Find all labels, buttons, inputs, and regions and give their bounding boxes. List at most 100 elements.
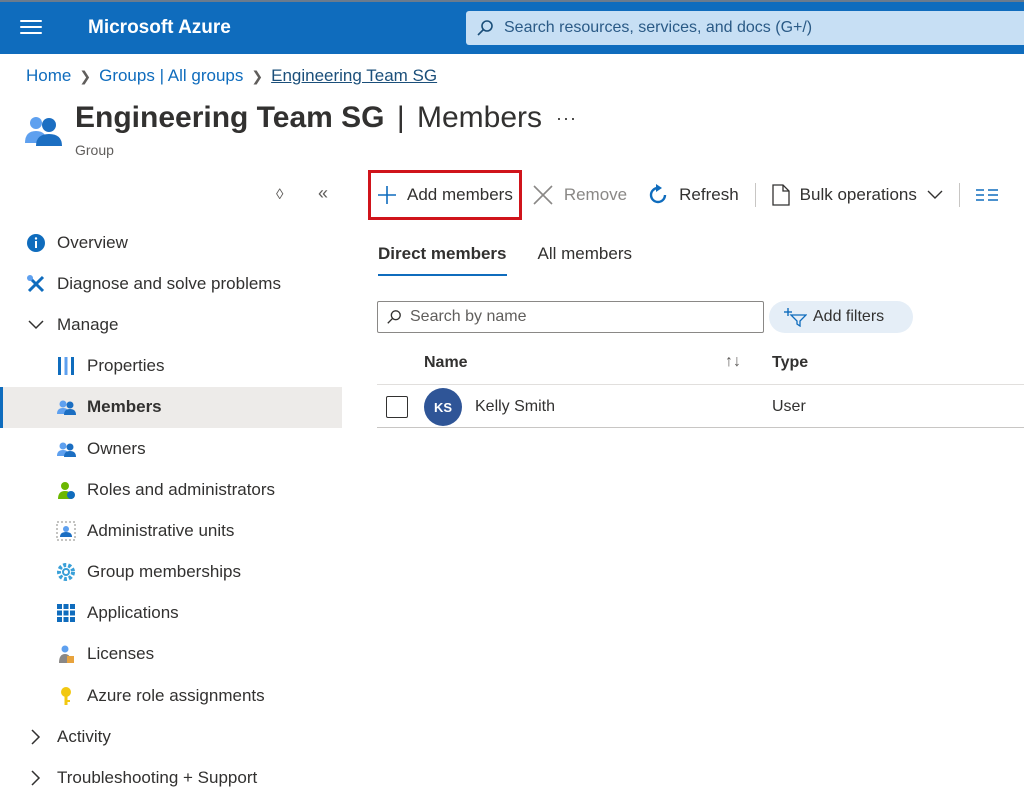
info-icon [26,233,46,253]
avatar: KS [424,388,462,426]
breadcrumb-current[interactable]: Engineering Team SG [271,66,437,86]
chevron-right-icon: ❯ [251,67,264,84]
sidebar-item-label: Members [87,397,162,417]
refresh-icon [647,184,669,206]
sidebar-item-azure-role-assignments[interactable]: Azure role assignments [0,675,342,716]
add-filters-button[interactable]: Add filters [769,301,913,333]
chevron-right-icon [26,770,46,786]
sidebar-item-owners[interactable]: Owners [0,428,342,469]
sidebar-item-group-memberships[interactable]: Group memberships [0,552,342,593]
refresh-button[interactable]: Refresh [647,170,739,220]
more-options-icon[interactable]: ··· [556,108,577,129]
sidebar-item-applications[interactable]: Applications [0,593,342,634]
tab-direct-members[interactable]: Direct members [378,244,507,276]
remove-button[interactable]: Remove [532,170,627,220]
sidebar-item-label: Manage [57,314,119,334]
sidebar-item-overview[interactable]: Overview [0,222,342,263]
add-members-button[interactable]: Add members [368,170,522,220]
breadcrumb-home[interactable]: Home [26,66,71,86]
sidebar-item-manage[interactable]: Manage [0,304,342,345]
page-name: Members [417,101,543,134]
sidebar-item-diagnose[interactable]: Diagnose and solve problems [0,263,342,304]
sidebar-item-licenses[interactable]: Licenses [0,634,342,675]
sidebar-item-label: Roles and administrators [87,479,276,499]
member-search-input[interactable] [408,307,752,327]
sidebar-item-label: Group memberships [87,562,242,582]
close-icon [532,184,554,206]
command-divider [754,183,756,207]
sidebar-item-label: Licenses [87,644,155,664]
sidebar-item-label: Diagnose and solve problems [57,273,281,293]
sidebar-item-activity[interactable]: Activity [0,716,342,757]
columns-icon [975,187,998,203]
sidebar-item-label: Administrative units [87,520,235,540]
column-type[interactable]: Type [772,354,808,372]
sidebar-item-roles[interactable]: Roles and administrators [0,469,342,510]
plus-icon [377,185,397,205]
group-name: Engineering Team SG [75,101,385,134]
brand-title[interactable]: Microsoft Azure [88,17,231,39]
owners-icon [56,439,76,459]
admin-units-icon [56,521,76,541]
member-name[interactable]: Kelly Smith [475,398,555,416]
collapse-sidebar-icon[interactable]: « [318,183,328,204]
sidebar-item-label: Azure role assignments [87,685,265,705]
sidebar-item-admin-units[interactable]: Administrative units [0,510,342,551]
document-icon [772,184,790,206]
refresh-label: Refresh [679,185,739,204]
global-search-input[interactable] [502,18,1024,38]
chevron-right-icon [26,729,46,745]
tab-all-members[interactable]: All members [538,244,632,276]
sidebar-item-label: Activity [57,726,111,746]
roles-icon [56,480,76,500]
row-checkbox[interactable] [386,396,408,418]
search-icon [477,20,493,36]
sidebar-item-label: Applications [87,603,179,623]
group-icon [25,117,62,146]
licenses-icon [56,644,76,664]
global-search[interactable] [466,11,1024,45]
sidebar-nav: Overview Diagnose and solve problems Man… [0,222,342,799]
wrench-icon [26,274,46,294]
apps-grid-icon [56,603,76,623]
columns-button[interactable] [975,170,1008,220]
member-search[interactable] [377,301,764,333]
sidebar-item-label: Troubleshooting + Support [57,768,258,788]
page-title: Engineering Team SG | Members [75,101,542,135]
command-bar: Add members Remove Refresh Bulk operatio… [368,170,1024,220]
title-separator: | [396,101,405,134]
sidebar-item-troubleshooting[interactable]: Troubleshooting + Support [0,757,342,798]
hamburger-menu-icon[interactable] [20,16,42,38]
sidebar-item-label: Owners [87,438,146,458]
properties-icon [56,356,76,376]
search-icon [387,310,401,324]
breadcrumb: Home ❯ Groups | All groups ❯ Engineering… [26,66,437,86]
top-bar: Microsoft Azure [0,0,1024,54]
page-subtitle: Group [75,142,114,158]
sidebar-item-label: Properties [87,356,165,376]
gear-icon [56,562,76,582]
remove-label: Remove [563,185,628,204]
members-icon [56,397,76,417]
chevron-down-icon [927,190,943,200]
member-tabs: Direct members All members [378,244,663,276]
table-header: Name ↑↓ Type [377,343,1024,385]
sort-icon[interactable]: ↑↓ [725,353,741,371]
add-filters-label: Add filters [813,308,885,325]
key-icon [56,686,76,706]
sidebar-item-members[interactable]: Members [0,386,342,429]
bulk-operations-label: Bulk operations [799,185,917,204]
sidebar-item-label: Overview [57,232,128,252]
sidebar-item-properties[interactable]: Properties [0,346,342,387]
add-members-label: Add members [407,185,513,204]
column-name[interactable]: Name [424,354,468,372]
chevron-down-icon [26,320,46,330]
member-type: User [772,398,806,415]
command-divider [958,183,960,207]
add-filter-icon [783,307,807,327]
chevron-right-icon: ❯ [79,67,92,84]
table-row[interactable]: KS Kelly Smith User [377,386,1024,428]
bulk-operations-button[interactable]: Bulk operations [772,170,943,220]
expand-icon[interactable]: ◊ [276,186,283,203]
breadcrumb-all-groups[interactable]: Groups | All groups [99,66,243,86]
